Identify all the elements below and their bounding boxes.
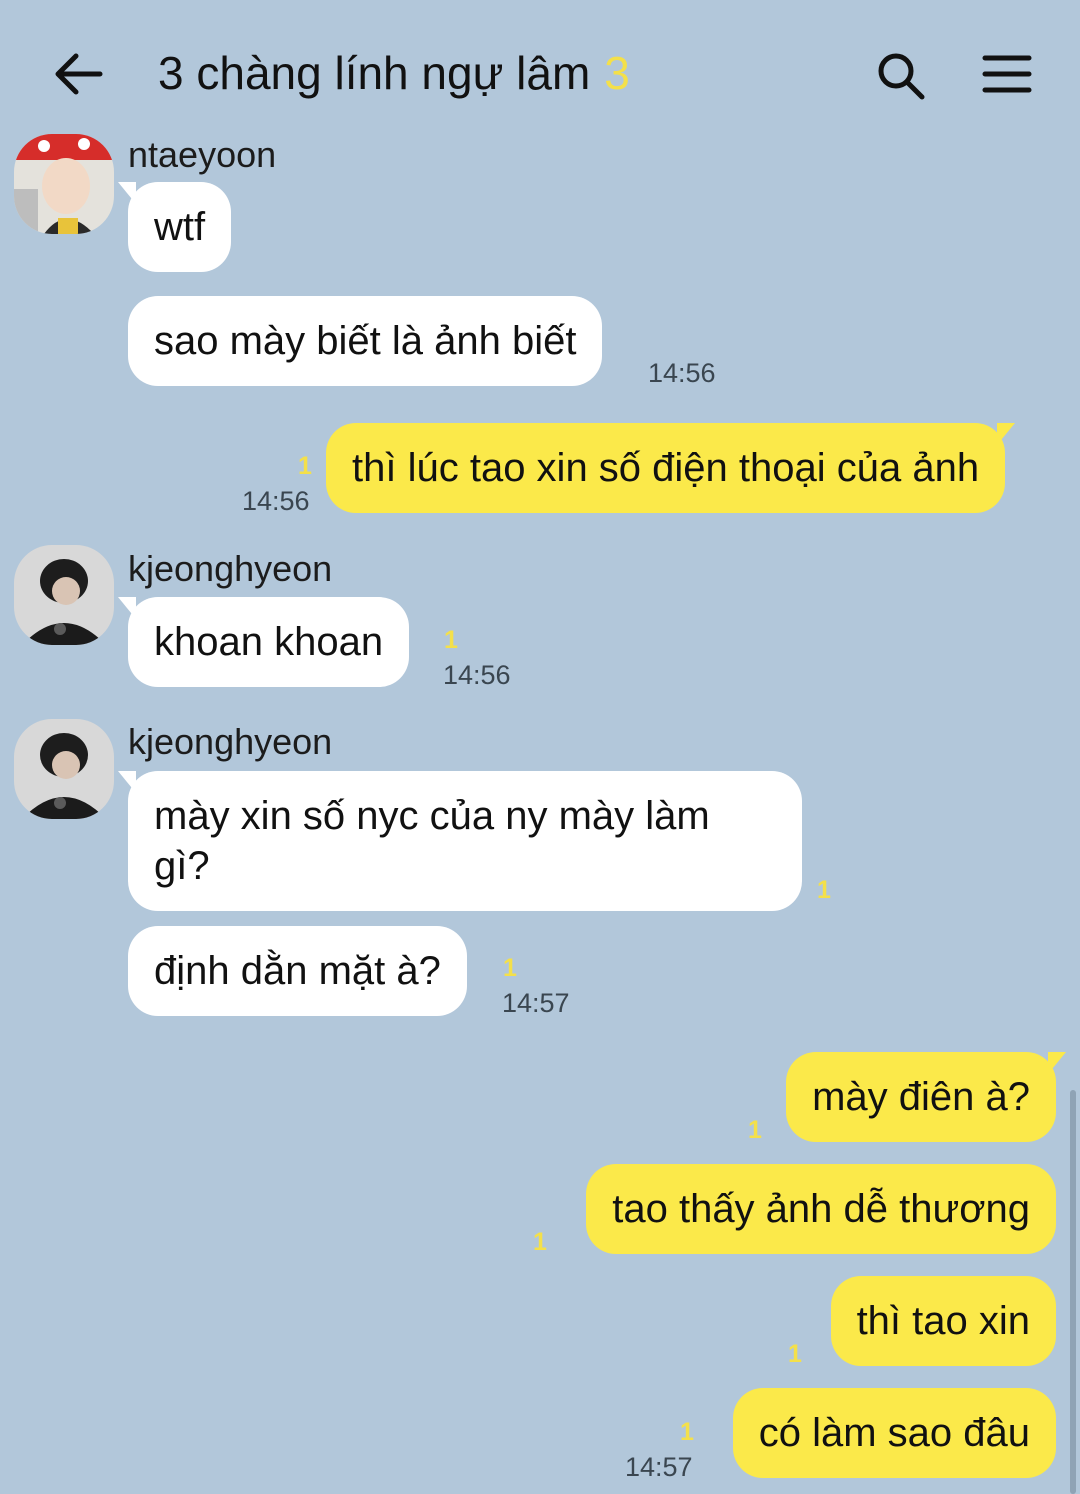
chat-title-text: 3 chàng lính ngự lâm xyxy=(158,47,591,99)
message-time: 14:57 xyxy=(625,1452,693,1482)
message-text: wtf xyxy=(154,205,206,249)
search-icon xyxy=(878,53,925,100)
message-text: tao thấy ảnh dễ thương xyxy=(612,1187,1030,1231)
unread-count: 1 xyxy=(503,954,517,982)
menu-button[interactable] xyxy=(982,54,1032,94)
message-text: thì tao xin xyxy=(856,1299,1030,1343)
message-text: thì lúc tao xin số điện thoại của ảnh xyxy=(352,446,980,490)
arrow-left-icon xyxy=(55,53,103,95)
message-time: 14:56 xyxy=(242,486,310,516)
scrollbar[interactable] xyxy=(1070,1090,1076,1494)
message-text: có làm sao đâu xyxy=(758,1411,1030,1455)
avatar-ntaeyoon[interactable] xyxy=(14,134,114,234)
unread-count: 1 xyxy=(817,876,831,904)
message-bubble-outgoing[interactable]: thì lúc tao xin số điện thoại của ảnh xyxy=(326,423,1016,513)
profile-photo-icon xyxy=(14,134,114,234)
message-bubble-incoming[interactable]: định dằn mặt à? xyxy=(128,926,467,1016)
message-bubble-outgoing[interactable]: có làm sao đâu xyxy=(732,1388,1056,1478)
unread-count: 1 xyxy=(748,1116,762,1144)
avatar-kjeonghyeon[interactable] xyxy=(14,719,114,819)
message-bubble-incoming[interactable]: mày xin số nyc của ny mày làm gì? xyxy=(118,771,802,911)
message-time: 14:56 xyxy=(443,660,511,690)
back-button[interactable] xyxy=(52,52,104,96)
unread-count: 1 xyxy=(680,1418,694,1446)
message-bubble-incoming[interactable]: wtf xyxy=(117,182,232,272)
message-bubble-incoming[interactable]: khoan khoan xyxy=(117,597,410,687)
avatar-kjeonghyeon[interactable] xyxy=(14,545,114,645)
message-text: mày xin số nyc của ny mày làm gì? xyxy=(154,794,710,888)
unread-count: 1 xyxy=(298,452,312,480)
unread-count: 1 xyxy=(788,1340,802,1368)
message-text: định dằn mặt à? xyxy=(154,949,441,993)
message-time: 14:57 xyxy=(502,988,570,1018)
search-button[interactable] xyxy=(876,52,930,100)
sender-name: kjeonghyeon xyxy=(128,548,333,589)
sender-name: ntaeyoon xyxy=(128,134,277,175)
message-bubble-incoming[interactable]: sao mày biết là ảnh biết xyxy=(128,296,603,386)
profile-photo-icon xyxy=(14,545,114,645)
profile-photo-icon xyxy=(14,719,114,819)
hamburger-menu-icon xyxy=(982,55,1032,93)
message-bubble-outgoing[interactable]: mày điên à? xyxy=(786,1052,1066,1142)
message-bubble-outgoing[interactable]: tao thấy ảnh dễ thương xyxy=(586,1164,1056,1254)
message-text: sao mày biết là ảnh biết xyxy=(154,319,577,363)
chat-header: 3 chàng lính ngự lâm 3 xyxy=(0,0,1080,145)
chat-title: 3 chàng lính ngự lâm 3 xyxy=(158,46,630,100)
unread-count: 1 xyxy=(533,1228,547,1256)
message-text: mày điên à? xyxy=(812,1075,1030,1119)
message-bubble-outgoing[interactable]: thì tao xin xyxy=(830,1276,1056,1366)
member-count: 3 xyxy=(604,47,630,99)
message-time: 14:56 xyxy=(648,358,716,388)
message-text: khoan khoan xyxy=(154,620,384,664)
sender-name: kjeonghyeon xyxy=(128,721,333,762)
unread-count: 1 xyxy=(444,626,458,654)
